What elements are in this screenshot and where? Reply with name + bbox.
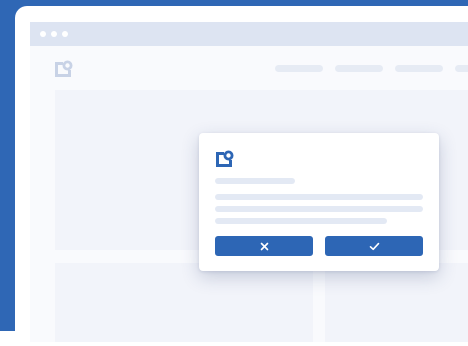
content-card bbox=[55, 263, 313, 342]
logo-icon bbox=[55, 60, 73, 77]
cancel-button[interactable] bbox=[215, 236, 313, 256]
check-icon bbox=[369, 242, 379, 250]
dialog-text-placeholder bbox=[215, 194, 423, 200]
confirm-dialog bbox=[199, 133, 439, 271]
browser-titlebar bbox=[30, 22, 468, 46]
confirm-button[interactable] bbox=[325, 236, 423, 256]
nav-item-placeholder[interactable] bbox=[455, 65, 468, 72]
nav-item-placeholder[interactable] bbox=[335, 65, 383, 72]
content-card bbox=[325, 263, 468, 342]
nav-item-placeholder[interactable] bbox=[395, 65, 443, 72]
window-dot-icon[interactable] bbox=[51, 31, 57, 37]
window-dot-icon[interactable] bbox=[62, 31, 68, 37]
close-icon bbox=[260, 242, 268, 250]
dialog-title-placeholder bbox=[215, 178, 295, 184]
logo-icon bbox=[216, 150, 234, 167]
dialog-text-placeholder bbox=[215, 206, 423, 212]
window-dot-icon[interactable] bbox=[40, 31, 46, 37]
nav-item-placeholder[interactable] bbox=[275, 65, 323, 72]
dialog-text-placeholder bbox=[215, 218, 387, 224]
